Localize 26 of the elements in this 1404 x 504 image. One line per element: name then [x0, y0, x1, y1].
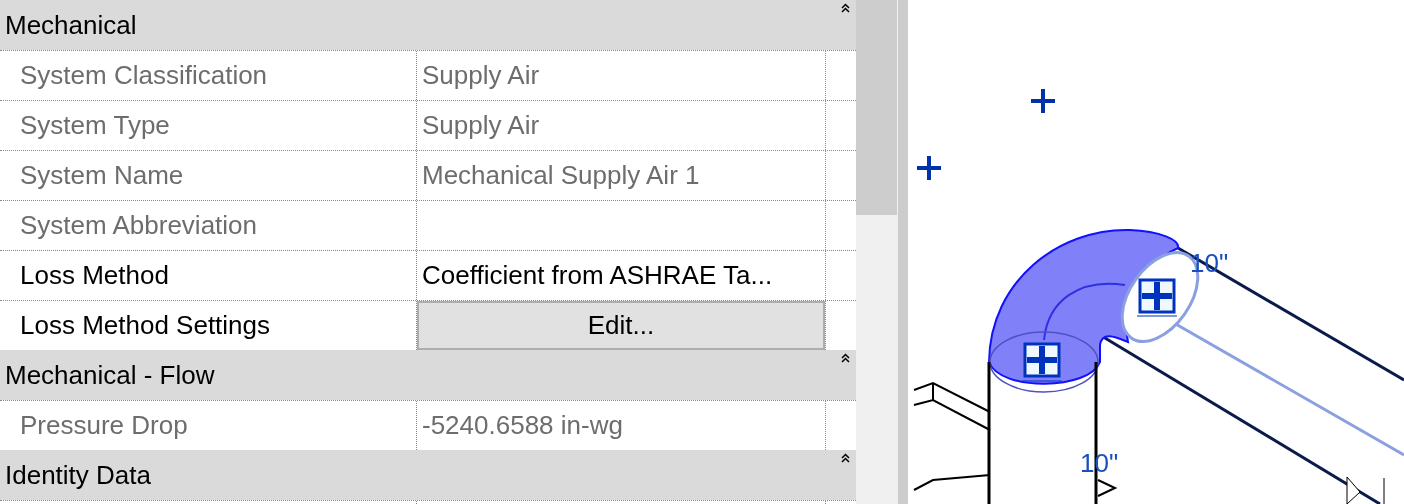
property-value: Supply Air [421, 59, 540, 92]
group-title: Mechanical [5, 8, 137, 42]
property-value: Coefficient from ASHRAE Ta... [421, 259, 773, 292]
collapse-icon[interactable] [841, 353, 850, 363]
property-value: -5240.6588 in-wg [421, 409, 623, 442]
group-title: Mechanical - Flow [5, 358, 215, 392]
property-label: Loss Method Settings [20, 309, 271, 342]
scrollbar[interactable] [856, 0, 898, 504]
property-label: System Type [20, 109, 170, 142]
property-value: Mechanical Supply Air 1 [421, 159, 700, 192]
property-label: System Abbreviation [20, 209, 257, 242]
group-header[interactable]: Mechanical [0, 0, 856, 50]
property-label: Pressure Drop [20, 409, 188, 442]
group-header[interactable]: Identity Data [0, 450, 856, 500]
plus-icon [916, 155, 942, 181]
collapse-icon[interactable] [841, 3, 850, 13]
plus-icon [1030, 88, 1056, 114]
property-label: System Classification [20, 59, 268, 92]
group-title: Identity Data [5, 458, 151, 492]
scrollbar-thumb[interactable] [856, 0, 897, 215]
property-value: Supply Air [421, 109, 540, 142]
edit-button[interactable]: Edit... [417, 301, 825, 350]
property-label: Loss Method [20, 259, 169, 292]
group-header[interactable]: Mechanical - Flow [0, 350, 856, 400]
collapse-icon[interactable] [841, 453, 850, 463]
property-label: System Name [20, 159, 184, 192]
